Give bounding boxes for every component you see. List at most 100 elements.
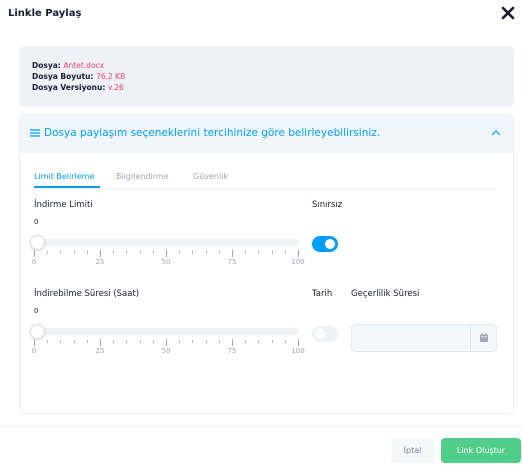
- share-options-header-text: Dosya paylaşım seçeneklerini tercihinize…: [44, 127, 381, 139]
- scale-minor-tick: [60, 340, 61, 343]
- file-info-panel: Dosya: Antet.docx Dosya Boyutu: 76,2 KB …: [19, 46, 514, 107]
- scale-minor-tick: [113, 251, 114, 254]
- slider-track: [34, 239, 299, 246]
- scale-minor-tick: [219, 251, 220, 254]
- scale-tick-label: 100: [291, 258, 305, 266]
- date-label: Tarih: [312, 289, 333, 299]
- download-limit-label: İndirme Limiti: [34, 200, 93, 210]
- calendar-icon: [480, 333, 488, 342]
- scale-minor-tick: [285, 251, 286, 254]
- scale-minor-tick: [219, 340, 220, 343]
- file-name-value: Antet.docx: [63, 61, 105, 70]
- validity-label: Geçerlilik Süresi: [351, 289, 420, 299]
- slider-track: [34, 328, 299, 335]
- unlimited-label: Sınırsız: [312, 200, 343, 210]
- share-options-card: Dosya paylaşım seçeneklerini tercihinize…: [19, 114, 514, 414]
- scale-minor-tick: [113, 340, 114, 343]
- scale-major-tick: [298, 250, 299, 257]
- scale-minor-tick: [60, 251, 61, 254]
- validity-date-input[interactable]: [351, 324, 497, 352]
- scale-minor-tick: [192, 340, 193, 343]
- file-version-label: Dosya Versiyonu:: [32, 83, 106, 92]
- scale-minor-tick: [140, 340, 141, 343]
- active-tab-indicator: [34, 186, 100, 188]
- scale-minor-tick: [153, 251, 154, 254]
- scale-minor-tick: [140, 251, 141, 254]
- scale-major-tick: [100, 339, 101, 346]
- scale-major-tick: [100, 250, 101, 257]
- slider-handle[interactable]: [30, 324, 45, 339]
- scale-minor-tick: [272, 251, 273, 254]
- calendar-button[interactable]: [470, 325, 496, 351]
- scale-major-tick: [232, 250, 233, 257]
- slider-handle[interactable]: [30, 235, 45, 250]
- file-version-row: Dosya Versiyonu: v.26: [32, 83, 124, 92]
- scale-minor-tick: [87, 340, 88, 343]
- scale-minor-tick: [47, 251, 48, 254]
- scale-major-tick: [298, 339, 299, 346]
- scale-minor-tick: [74, 251, 75, 254]
- scale-minor-tick: [245, 340, 246, 343]
- file-name-label: Dosya:: [32, 61, 61, 70]
- download-limit-scale: 0 25 50 75 100: [31, 250, 305, 272]
- tab-security[interactable]: Güvenlik: [193, 172, 228, 181]
- scale-minor-tick: [87, 251, 88, 254]
- scale-minor-tick: [179, 340, 180, 343]
- download-limit-value: 0: [34, 218, 39, 226]
- file-size-value: 76,2 KB: [96, 72, 126, 81]
- scale-minor-tick: [126, 251, 127, 254]
- file-size-label: Dosya Boyutu:: [32, 72, 94, 81]
- file-version-value: v.26: [107, 83, 124, 92]
- scale-major-tick: [166, 250, 167, 257]
- scale-tick-label: 25: [95, 347, 105, 355]
- tab-limit[interactable]: Limit Belirleme: [34, 172, 94, 181]
- scale-minor-tick: [74, 340, 75, 343]
- scale-tick-label: 0: [31, 347, 37, 355]
- scale-minor-tick: [206, 340, 207, 343]
- scale-tick-label: 75: [227, 258, 237, 266]
- scale-tick-label: 100: [291, 347, 305, 355]
- file-size-row: Dosya Boyutu: 76,2 KB: [32, 72, 125, 81]
- download-duration-slider[interactable]: [30, 324, 299, 339]
- scale-tick-label: 50: [161, 347, 171, 355]
- download-limit-slider[interactable]: [30, 235, 299, 250]
- chevron-up-icon[interactable]: [491, 129, 501, 137]
- scale-minor-tick: [47, 340, 48, 343]
- download-duration-value: 0: [34, 307, 39, 315]
- scale-minor-tick: [258, 340, 259, 343]
- toggle-knob: [315, 329, 325, 339]
- scale-minor-tick: [272, 340, 273, 343]
- scale-tick-label: 25: [95, 258, 105, 266]
- scale-tick-label: 75: [227, 347, 237, 355]
- create-link-button[interactable]: Link Oluştur: [441, 438, 521, 463]
- modal-title: Linkle Paylaş: [8, 8, 82, 19]
- scale-minor-tick: [192, 251, 193, 254]
- scale-minor-tick: [285, 340, 286, 343]
- scale-major-tick: [34, 339, 35, 346]
- modal-header: Linkle Paylaş: [0, 0, 522, 30]
- download-duration-label: İndirebilme Süresi (Saat): [34, 289, 140, 299]
- scale-major-tick: [232, 339, 233, 346]
- scale-tick-label: 0: [31, 258, 37, 266]
- scale-major-tick: [166, 339, 167, 346]
- toggle-knob: [325, 239, 335, 249]
- close-icon[interactable]: [500, 5, 516, 21]
- unlimited-toggle[interactable]: [312, 236, 338, 252]
- scale-tick-label: 50: [161, 258, 171, 266]
- scale-minor-tick: [206, 251, 207, 254]
- options-tabs: Limit Belirleme Bilgilendirme Güvenlik: [34, 170, 496, 189]
- scale-minor-tick: [179, 251, 180, 254]
- file-name-row: Dosya: Antet.docx: [32, 61, 104, 70]
- scale-major-tick: [34, 250, 35, 257]
- date-toggle[interactable]: [312, 326, 338, 342]
- menu-lines-icon: [30, 129, 40, 137]
- scale-minor-tick: [258, 251, 259, 254]
- modal-footer: İptal Link Oluştur: [0, 426, 522, 471]
- scale-minor-tick: [245, 251, 246, 254]
- share-link-modal: Linkle Paylaş Dosya: Antet.docx Dosya Bo…: [0, 0, 522, 471]
- scale-minor-tick: [126, 340, 127, 343]
- tab-notification[interactable]: Bilgilendirme: [116, 172, 169, 181]
- scale-minor-tick: [153, 340, 154, 343]
- cancel-button[interactable]: İptal: [391, 438, 434, 463]
- share-options-header[interactable]: Dosya paylaşım seçeneklerini tercihinize…: [20, 115, 513, 153]
